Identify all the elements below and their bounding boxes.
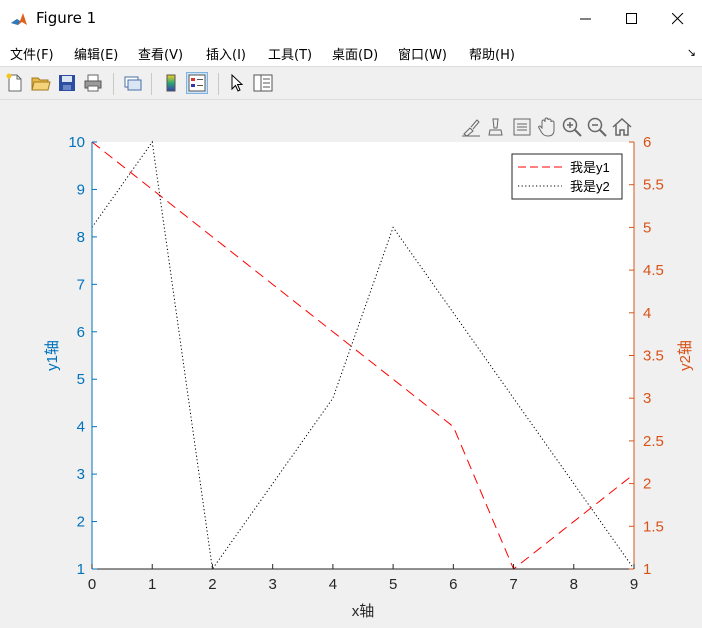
menu-item-1[interactable]: 编辑(E) (74, 44, 118, 63)
print-button[interactable] (82, 72, 104, 94)
x-tick-label: 7 (509, 576, 517, 593)
right-y-tick-label: 6 (643, 134, 651, 151)
x-tick-label: 5 (389, 576, 397, 593)
x-tick-label: 2 (208, 576, 216, 593)
x-tick-label: 1 (148, 576, 156, 593)
x-tick-label: 0 (88, 576, 96, 593)
save-icon (59, 75, 75, 91)
right-y-tick-label: 3.5 (643, 348, 664, 365)
maximize-button[interactable] (609, 0, 655, 38)
new-file-icon (6, 73, 22, 92)
left-y-tick-label: 10 (68, 134, 85, 151)
left-y-tick-label: 7 (77, 276, 85, 293)
right-y-tick-label: 2.5 (643, 433, 664, 450)
window-title: Figure 1 (36, 9, 97, 27)
menu-item-2[interactable]: 查看(V) (138, 44, 183, 63)
figure-toolbar (0, 66, 702, 100)
right-y-tick-label: 1.5 (643, 518, 664, 535)
left-y-tick-label: 5 (77, 371, 85, 388)
toolbar-divider (113, 73, 114, 95)
right-y-tick-label: 4 (643, 305, 651, 322)
left-y-tick-label: 4 (77, 419, 85, 436)
right-y-tick-label: 5.5 (643, 177, 664, 194)
close-icon (672, 13, 684, 25)
insert-legend-icon (188, 74, 206, 92)
link-plot-icon (124, 76, 142, 91)
menu-item-6[interactable]: 窗口(W) (398, 44, 447, 63)
insert-legend-button[interactable] (186, 72, 208, 94)
zoom-out-icon[interactable] (586, 116, 608, 138)
menu-item-3[interactable]: 插入(I) (206, 44, 246, 63)
print-icon (84, 74, 102, 92)
data-tips-icon[interactable] (485, 116, 507, 138)
pan-icon[interactable] (536, 116, 558, 138)
x-tick-label: 6 (449, 576, 457, 593)
series-line-2 (91, 140, 635, 571)
dock-figure-icon[interactable]: ↘ (687, 46, 696, 59)
left-y-tick-label: 2 (77, 514, 85, 531)
maximize-icon (626, 13, 637, 24)
home-icon[interactable] (611, 116, 633, 138)
insert-colorbar-icon (166, 74, 176, 92)
property-inspector-icon (253, 74, 273, 92)
close-button[interactable] (655, 0, 701, 38)
edit-plot-cursor-icon (231, 73, 244, 92)
left-y-tick-label: 1 (77, 561, 85, 578)
insert-colorbar-button[interactable] (160, 72, 182, 94)
menu-item-0[interactable]: 文件(F) (10, 44, 54, 63)
menu-item-4[interactable]: 工具(T) (268, 44, 312, 63)
minimize-button[interactable] (563, 0, 609, 38)
open-file-button[interactable] (30, 72, 52, 94)
menu-item-5[interactable]: 桌面(D) (332, 44, 378, 63)
x-tick-label: 9 (630, 576, 638, 593)
toolbar-divider (218, 73, 219, 95)
axes-background (92, 142, 634, 569)
right-y-tick-label: 3 (643, 390, 651, 407)
left-y-tick-label: 3 (77, 466, 85, 483)
save-button[interactable] (56, 72, 78, 94)
right-y-axis-label: y2轴 (677, 340, 694, 371)
left-y-axis-label: y1轴 (44, 340, 61, 371)
right-y-tick-label: 5 (643, 219, 651, 236)
left-y-tick-label: 8 (77, 229, 85, 246)
link-plot-button[interactable] (122, 72, 144, 94)
x-tick-label: 3 (268, 576, 276, 593)
property-inspector-button[interactable] (252, 72, 274, 94)
menu-bar: ↘ 文件(F) 编辑(E) 查看(V) 插入(I) 工具(T) 桌面(D) 窗口(W) 帮助(… (0, 38, 702, 66)
brush-icon[interactable] (460, 116, 482, 138)
legend-entry-label: 我是y1 (570, 160, 610, 175)
new-figure-button[interactable] (4, 72, 26, 94)
menu-item-7[interactable]: 帮助(H) (469, 44, 515, 63)
legend-entry-label: 我是y2 (570, 179, 610, 194)
matlab-logo-icon (10, 10, 28, 28)
right-y-tick-label: 4.5 (643, 262, 664, 279)
x-axis-label: x轴 (352, 603, 375, 620)
legend-box (511, 153, 623, 200)
right-y-tick-label: 2 (643, 476, 651, 493)
series-line-1 (91, 141, 635, 570)
x-tick-label: 8 (570, 576, 578, 593)
right-y-tick-label: 1 (643, 561, 651, 578)
toolbar-divider (151, 73, 152, 95)
left-y-tick-label: 9 (77, 181, 85, 198)
minimize-icon (580, 18, 591, 20)
restore-view-icon[interactable] (511, 116, 533, 138)
edit-plot-button[interactable] (226, 72, 248, 94)
x-tick-label: 4 (329, 576, 337, 593)
open-folder-icon (31, 77, 51, 91)
left-y-tick-label: 6 (77, 324, 85, 341)
zoom-in-icon[interactable] (561, 116, 583, 138)
window-title-bar: Figure 1 (0, 0, 702, 38)
